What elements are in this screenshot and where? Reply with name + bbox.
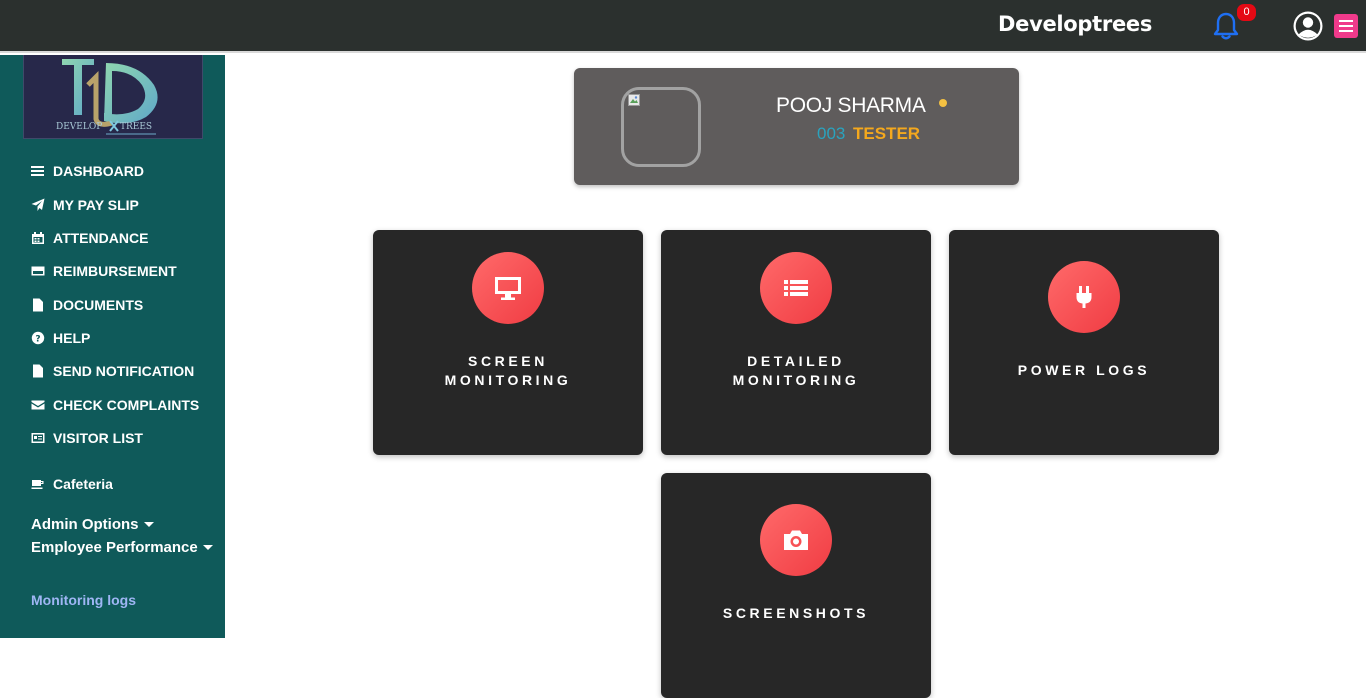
sidebar-item-send-notification[interactable]: SEND NOTIFICATION	[31, 361, 194, 381]
file-icon	[33, 298, 43, 312]
id-card-icon	[31, 433, 45, 443]
sidebar: DEVELOP TREES DASHBOARD MY PAY SLIP ATTE…	[0, 55, 225, 638]
company-logo[interactable]: DEVELOP TREES	[23, 55, 203, 139]
svg-text:?: ?	[35, 335, 40, 345]
notification-count-badge: 0	[1237, 4, 1256, 21]
caret-down-icon	[202, 545, 213, 550]
tile-label-line2: MONITORING	[444, 372, 572, 388]
avatar[interactable]	[621, 87, 701, 167]
question-circle-icon: ?	[31, 331, 45, 345]
notification-bell-icon[interactable]	[1212, 11, 1240, 41]
plug-icon	[1076, 286, 1092, 308]
tile-icon-circle	[1048, 261, 1120, 333]
sidebar-item-help[interactable]: ? HELP	[31, 328, 90, 348]
tile-label-line1: SCREENSHOTS	[722, 605, 870, 621]
brand-title[interactable]: Developtrees	[998, 12, 1152, 36]
tile-icon-circle	[472, 252, 544, 324]
admin-options-dropdown[interactable]: Admin Options	[31, 516, 154, 533]
sidebar-item-label: ATTENDANCE	[53, 230, 149, 246]
sidebar-item-documents[interactable]: DOCUMENTS	[31, 295, 143, 315]
tile-label-line1: POWER LOGS	[1017, 362, 1151, 378]
camera-icon	[784, 530, 808, 550]
sidebar-item-cafeteria[interactable]: Cafeteria	[31, 474, 113, 494]
calendar-icon	[32, 232, 44, 244]
paper-plane-icon	[31, 198, 45, 211]
employee-role: TESTER	[853, 124, 921, 143]
sidebar-item-label: MY PAY SLIP	[53, 197, 139, 213]
detailed-monitoring-tile[interactable]: DETAILED MONITORING	[661, 230, 931, 455]
screen-monitoring-tile[interactable]: SCREEN MONITORING	[373, 230, 643, 455]
profile-card: POOJ SHARMA 003 TESTER	[574, 68, 1019, 185]
bars-icon	[31, 166, 44, 176]
list-icon	[784, 280, 808, 296]
sidebar-item-label: REIMBURSEMENT	[53, 263, 177, 279]
tile-icon-circle	[760, 252, 832, 324]
employee-performance-dropdown[interactable]: Employee Performance	[31, 539, 213, 556]
sidebar-item-label: SEND NOTIFICATION	[53, 363, 195, 379]
sidebar-item-label: VISITOR LIST	[53, 430, 143, 446]
top-navbar: Developtrees 0	[0, 0, 1366, 53]
status-dot-icon	[939, 99, 947, 107]
power-logs-tile[interactable]: POWER LOGS	[949, 230, 1219, 455]
monitoring-logs-link[interactable]: Monitoring logs	[31, 592, 136, 608]
sidebar-item-label: CHECK COMPLAINTS	[53, 397, 200, 413]
screenshots-tile[interactable]: SCREENSHOTS	[661, 473, 931, 698]
file-icon	[33, 364, 43, 378]
user-account-icon[interactable]	[1292, 10, 1324, 42]
tile-label-line1: SCREEN	[468, 353, 548, 369]
hamburger-menu-icon[interactable]	[1334, 14, 1358, 38]
profile-name: POOJ SHARMA	[776, 94, 926, 117]
sidebar-item-label: HELP	[53, 330, 91, 346]
employee-performance-label: Employee Performance	[31, 539, 198, 556]
svg-text:TREES: TREES	[120, 122, 152, 132]
envelope-icon	[31, 400, 45, 410]
admin-options-label: Admin Options	[31, 516, 139, 533]
sidebar-item-attendance[interactable]: ATTENDANCE	[31, 228, 148, 248]
tile-label-line2: MONITORING	[732, 372, 860, 388]
employee-id: 003	[817, 124, 846, 143]
sidebar-item-visitor-list[interactable]: VISITOR LIST	[31, 428, 143, 448]
sidebar-item-label: Cafeteria	[53, 476, 113, 492]
broken-image-icon	[628, 94, 640, 106]
sidebar-item-dashboard[interactable]: DASHBOARD	[31, 161, 144, 181]
tile-icon-circle	[760, 504, 832, 576]
svg-text:DEVELOP: DEVELOP	[56, 122, 102, 132]
sidebar-item-my-pay-slip[interactable]: MY PAY SLIP	[31, 195, 139, 215]
desktop-icon	[495, 277, 521, 300]
caret-down-icon	[143, 522, 154, 527]
sidebar-item-label: DASHBOARD	[53, 163, 144, 179]
credit-card-icon	[31, 266, 45, 276]
sidebar-item-reimbursement[interactable]: REIMBURSEMENT	[31, 261, 177, 281]
sidebar-item-check-complaints[interactable]: CHECK COMPLAINTS	[31, 395, 199, 415]
sidebar-item-label: DOCUMENTS	[53, 297, 144, 313]
tile-label-line1: DETAILED	[747, 353, 845, 369]
coffee-icon	[31, 480, 44, 489]
